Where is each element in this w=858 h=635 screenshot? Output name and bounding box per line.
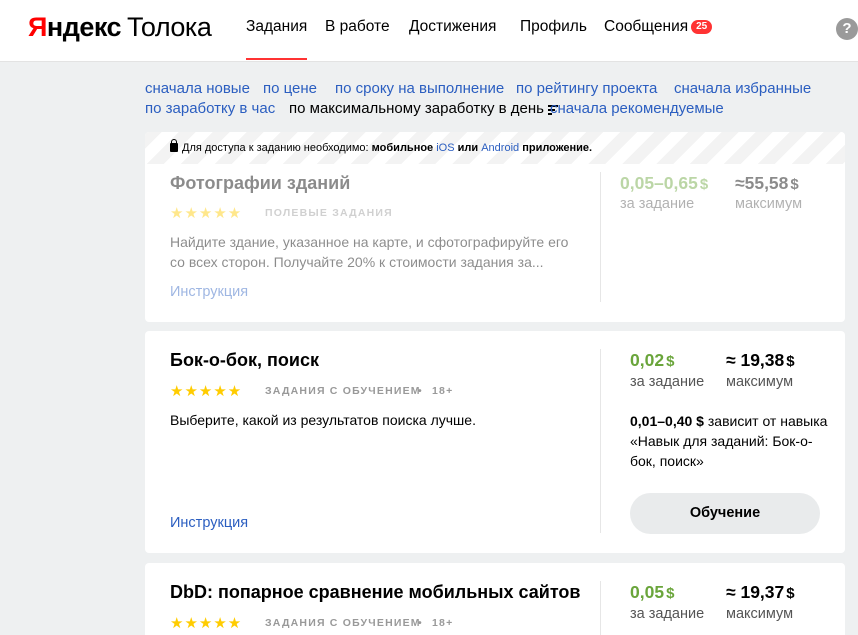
sort-favorites[interactable]: сначала избранные bbox=[674, 80, 811, 97]
price-caption: за задание bbox=[620, 196, 695, 212]
rating-stars: ★★★★★ bbox=[170, 205, 243, 222]
sort-hourly-earnings[interactable]: по заработку в час bbox=[145, 100, 275, 117]
task-description: Выберите, какой из результатов поиска лу… bbox=[170, 412, 476, 428]
task-title[interactable]: Бок-о-бок, поиск bbox=[170, 350, 319, 371]
task-description: Найдите здание, указанное на карте, и сф… bbox=[170, 234, 569, 270]
task-card-dbd[interactable]: DbD: попарное сравнение мобильных сайтов… bbox=[145, 563, 845, 635]
price-currency: $ bbox=[666, 353, 675, 370]
nav-in-progress[interactable]: В работе bbox=[325, 18, 390, 36]
tag-separator: • bbox=[418, 385, 423, 397]
card-divider bbox=[600, 172, 601, 302]
tag-separator: • bbox=[418, 617, 423, 629]
sort-by-price[interactable]: по цене bbox=[263, 80, 317, 97]
mobile-only-notice-text: Для доступа к заданию необходимо: мобиль… bbox=[170, 139, 593, 154]
max-value: ≈ 19,38 bbox=[726, 350, 785, 370]
max-caption: максимум bbox=[735, 196, 803, 212]
training-button[interactable]: Обучение bbox=[630, 493, 820, 534]
task-card-side-by-side[interactable]: Бок-о-бок, поиск ★★★★★ задания с обучени… bbox=[145, 331, 845, 553]
max-earnings: ≈ 19,38 $ bbox=[726, 350, 795, 371]
sort-recommended[interactable]: сначала рекомендуемые bbox=[550, 100, 724, 117]
skill-price-range: 0,01–0,40 $ bbox=[630, 413, 704, 429]
max-earnings: ≈ 19,37 $ bbox=[726, 582, 795, 603]
rating-stars: ★★★★★ bbox=[170, 615, 243, 632]
task-price: 0,05–0,65 $ bbox=[620, 173, 708, 194]
notice-or: или bbox=[457, 142, 479, 154]
price-currency: $ bbox=[699, 176, 709, 193]
notice-prefix: Для доступа к заданию необходимо: bbox=[182, 142, 369, 154]
lock-icon bbox=[170, 139, 178, 152]
max-value: ≈ 19,37 bbox=[726, 582, 785, 602]
top-header: Яндекс Толока Задания В работе Достижения… bbox=[0, 0, 858, 62]
max-earnings: ≈55,58 $ bbox=[735, 173, 799, 194]
sort-by-deadline[interactable]: по сроку на выполнение bbox=[335, 80, 504, 97]
task-tag: полевые задания bbox=[265, 207, 393, 219]
nav-profile[interactable]: Профиль bbox=[520, 18, 587, 36]
nav-messages-label: Сообщения bbox=[604, 18, 689, 35]
sort-newest[interactable]: сначала новые bbox=[145, 80, 250, 97]
logo-brand-first: Я bbox=[28, 12, 47, 42]
help-icon[interactable]: ? bbox=[836, 18, 858, 40]
max-currency: $ bbox=[790, 176, 799, 193]
price-value: 0,02 bbox=[630, 350, 665, 370]
max-caption: максимум bbox=[726, 374, 794, 390]
max-currency: $ bbox=[786, 353, 795, 370]
age-tag: 18+ bbox=[432, 385, 454, 397]
instruction-link[interactable]: Инструкция bbox=[170, 284, 248, 300]
task-title[interactable]: Фотографии зданий bbox=[170, 173, 350, 194]
age-tag: 18+ bbox=[432, 617, 454, 629]
nav-achievements[interactable]: Достижения bbox=[409, 18, 496, 36]
notice-android-link[interactable]: Android bbox=[481, 142, 519, 154]
task-tag: задания с обучением bbox=[265, 617, 421, 629]
max-caption: максимум bbox=[726, 606, 794, 622]
logo-product: Толока bbox=[127, 12, 212, 42]
max-currency: $ bbox=[786, 585, 795, 602]
price-caption: за задание bbox=[630, 374, 705, 390]
card-divider bbox=[600, 349, 601, 533]
notice-ios-link[interactable]: iOS bbox=[436, 142, 454, 154]
price-value: 0,05 bbox=[630, 582, 665, 602]
messages-count-badge: 25 bbox=[691, 20, 713, 34]
task-price: 0,02 $ bbox=[630, 350, 674, 371]
skill-based-price: 0,01–0,40 $ зависит от навыка «Навык для… bbox=[630, 411, 830, 471]
sort-max-daily-earnings[interactable]: по максимальному заработку в день bbox=[289, 100, 558, 117]
rating-stars: ★★★★★ bbox=[170, 383, 243, 400]
sort-max-daily-label: по максимальному заработку в день bbox=[289, 100, 544, 117]
yandex-toloka-logo[interactable]: Яндекс Толока bbox=[28, 12, 212, 43]
task-title[interactable]: DbD: попарное сравнение мобильных сайтов bbox=[170, 582, 580, 603]
logo-brand-rest: ндекс bbox=[46, 12, 122, 42]
card-divider bbox=[600, 581, 601, 635]
task-price: 0,05 $ bbox=[630, 582, 674, 603]
nav-messages[interactable]: Сообщения 25 bbox=[604, 18, 713, 36]
price-caption: за задание bbox=[630, 606, 705, 622]
sort-by-rating[interactable]: по рейтингу проекта bbox=[516, 80, 657, 97]
task-card-photos[interactable]: Для доступа к заданию необходимо: мобиль… bbox=[145, 132, 845, 322]
nav-tasks[interactable]: Задания bbox=[246, 18, 308, 60]
max-value: ≈55,58 bbox=[735, 173, 789, 193]
notice-mobile: мобильное bbox=[371, 142, 434, 154]
notice-suffix: приложение. bbox=[522, 142, 593, 154]
task-tag: задания с обучением bbox=[265, 385, 421, 397]
price-currency: $ bbox=[666, 585, 675, 602]
price-value: 0,05–0,65 bbox=[620, 173, 698, 193]
instruction-link[interactable]: Инструкция bbox=[170, 515, 248, 531]
